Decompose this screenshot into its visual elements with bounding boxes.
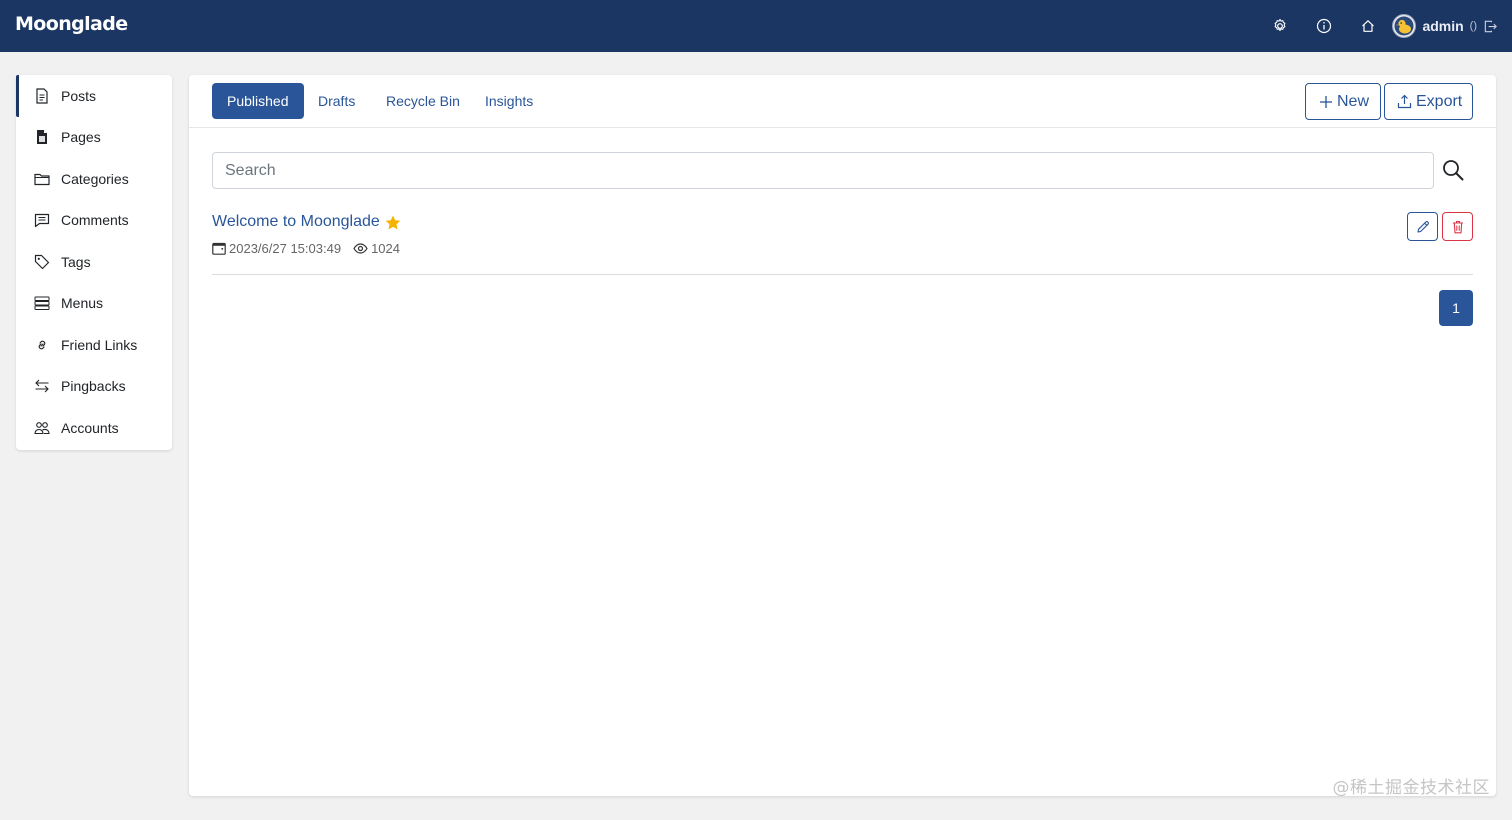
info-icon xyxy=(1317,18,1332,34)
sidebar-item-label: Comments xyxy=(61,212,129,229)
export-label: Export xyxy=(1416,92,1463,110)
calendar-icon xyxy=(212,242,226,255)
sidebar-item-friend-links[interactable]: Friend Links xyxy=(16,324,172,366)
sidebar-item-label: Pages xyxy=(61,129,101,146)
search-button[interactable] xyxy=(1441,158,1465,182)
views-count: 1024 xyxy=(371,241,400,256)
tab-recycle-bin[interactable]: Recycle Bin xyxy=(386,83,460,119)
sidebar-item-tags[interactable]: Tags xyxy=(16,241,172,283)
sidebar-item-label: Accounts xyxy=(61,419,119,436)
star-icon xyxy=(385,215,401,230)
post-date: 2023/6/27 15:03:49 xyxy=(229,241,342,256)
plus-icon xyxy=(1320,95,1332,108)
sidebar-item-label: Menus xyxy=(61,295,104,312)
sidebar-item-label: Tags xyxy=(61,253,91,270)
navbar-actions: admin () xyxy=(1258,0,1498,52)
post-title-link[interactable]: Welcome to Moonglade xyxy=(212,213,401,231)
post-views: 1024 xyxy=(353,241,400,256)
new-post-button[interactable]: New xyxy=(1305,83,1381,120)
tab-drafts[interactable]: Drafts xyxy=(318,83,355,119)
logout-icon xyxy=(1484,20,1497,32)
tag-icon xyxy=(34,254,50,270)
arrows-icon xyxy=(34,378,50,394)
tab-insights[interactable]: Insights xyxy=(485,83,533,119)
sidebar-item-pingbacks[interactable]: Pingbacks xyxy=(16,366,172,408)
delete-post-button[interactable] xyxy=(1442,212,1473,241)
card-header: Published Drafts Recycle Bin Insights Ne… xyxy=(189,75,1496,128)
search-icon xyxy=(1443,160,1464,181)
menu-list-icon xyxy=(34,295,50,311)
top-navbar: Moonglade admin () xyxy=(0,0,1512,52)
folder-icon xyxy=(34,171,50,187)
sidebar: Posts Pages Categories Comments Tags Men… xyxy=(16,75,172,450)
people-icon xyxy=(34,420,50,436)
user-extra: () xyxy=(1469,20,1477,32)
sidebar-item-label: Posts xyxy=(61,87,97,104)
main-card: Published Drafts Recycle Bin Insights Ne… xyxy=(189,75,1496,796)
sidebar-item-accounts[interactable]: Accounts xyxy=(16,407,172,449)
sidebar-item-posts[interactable]: Posts xyxy=(16,75,172,117)
home-button[interactable] xyxy=(1346,0,1390,52)
trash-icon xyxy=(1452,220,1463,233)
user-name[interactable]: admin xyxy=(1422,18,1463,34)
tab-published[interactable]: Published xyxy=(212,83,304,119)
sidebar-item-label: Pingbacks xyxy=(61,378,126,395)
post-title: Welcome to Moonglade xyxy=(212,213,380,230)
list-item: Welcome to Moonglade 2023/6/27 15:03:49 … xyxy=(212,208,1473,275)
eye-icon xyxy=(353,243,368,254)
post-meta: 2023/6/27 15:03:49 1024 xyxy=(212,241,400,256)
brand-logo[interactable]: Moonglade xyxy=(15,13,128,35)
upload-icon xyxy=(1397,94,1412,109)
sidebar-item-categories[interactable]: Categories xyxy=(16,158,172,200)
edit-post-button[interactable] xyxy=(1407,212,1438,241)
pagination-page-1[interactable]: 1 xyxy=(1439,290,1473,326)
file-text-icon xyxy=(34,88,50,104)
sidebar-item-pages[interactable]: Pages xyxy=(16,117,172,159)
file-icon xyxy=(34,129,50,145)
pencil-icon xyxy=(1416,220,1429,233)
duck-avatar-icon xyxy=(1394,16,1414,36)
sidebar-item-label: Friend Links xyxy=(61,336,138,353)
settings-button[interactable] xyxy=(1258,0,1302,52)
watermark: @稀土掘金技术社区 xyxy=(1332,778,1490,798)
new-post-label: New xyxy=(1337,92,1370,110)
avatar[interactable] xyxy=(1392,14,1417,38)
sidebar-item-label: Categories xyxy=(61,170,129,187)
sidebar-item-menus[interactable]: Menus xyxy=(16,283,172,325)
home-icon xyxy=(1362,20,1375,32)
sidebar-item-comments[interactable]: Comments xyxy=(16,200,172,242)
gear-icon xyxy=(1274,18,1286,32)
link-icon xyxy=(34,337,50,353)
search-input[interactable] xyxy=(212,152,1434,189)
info-button[interactable] xyxy=(1302,0,1346,52)
logout-button[interactable] xyxy=(1483,19,1498,34)
export-button[interactable]: Export xyxy=(1384,83,1473,120)
comment-icon xyxy=(34,212,50,228)
